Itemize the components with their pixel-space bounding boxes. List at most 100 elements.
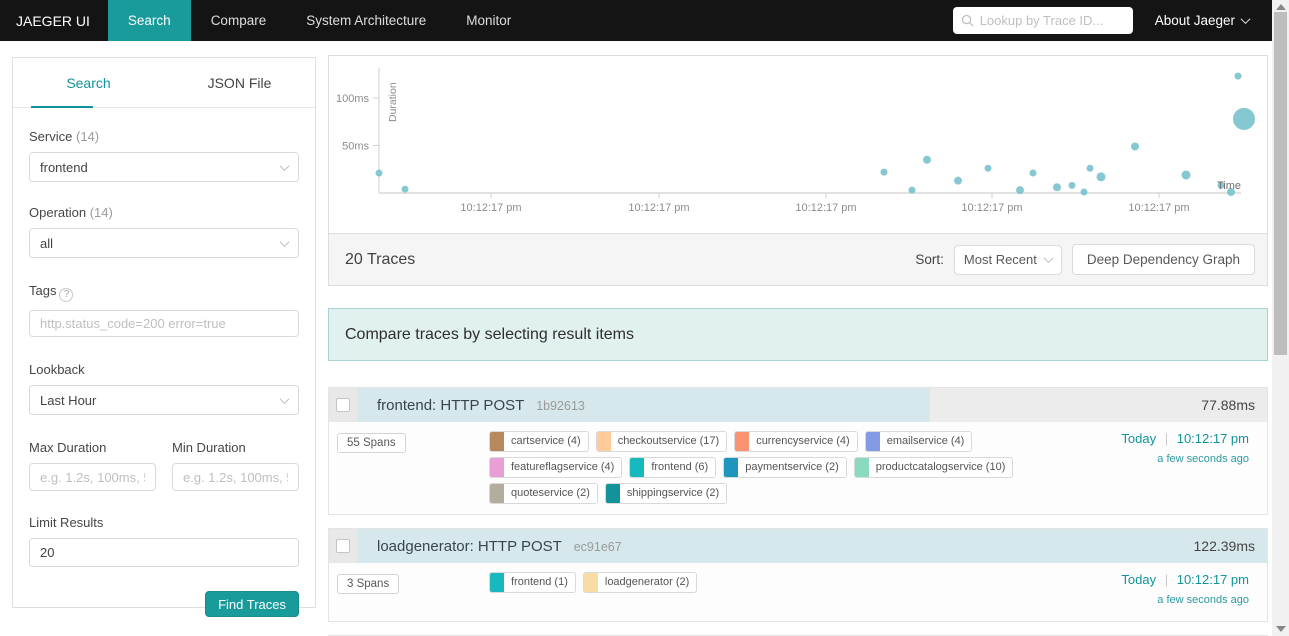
service-chip-productcatalogservice: productcatalogservice (10) [853, 457, 1014, 478]
nav-item-monitor[interactable]: Monitor [446, 0, 531, 41]
trace-point[interactable] [1086, 164, 1094, 172]
trace-date-day[interactable]: Today [1121, 572, 1156, 587]
sort-select[interactable]: Most Recent [953, 244, 1062, 275]
date-separator: | [1164, 572, 1169, 587]
tags-field-wrap [29, 310, 299, 337]
trace-point[interactable] [1016, 186, 1024, 195]
x-tick-label: 10:12:17 pm [961, 202, 1022, 214]
chevron-down-icon [279, 236, 290, 247]
service-color-swatch [490, 484, 504, 503]
limit-results-label: Limit Results [29, 515, 104, 530]
trace-lookup-input[interactable] [979, 13, 1125, 28]
nav-item-compare[interactable]: Compare [191, 0, 287, 41]
traces-count: 20 Traces [345, 250, 416, 268]
service-color-swatch [596, 432, 611, 451]
trace-date-time[interactable]: 10:12:17 pm [1177, 572, 1249, 587]
service-value: frontend [40, 159, 88, 175]
app-brand: JAEGER UI [16, 12, 90, 29]
nav-item-system-architecture[interactable]: System Architecture [286, 0, 446, 41]
trace-header[interactable]: frontend: HTTP POST 1b92613 77.88ms [329, 388, 1267, 422]
limit-results-input[interactable] [40, 545, 288, 560]
service-chip-loadgenerator: loadgenerator (2) [582, 572, 698, 593]
trace-checkbox-cell [329, 388, 357, 422]
help-icon[interactable]: ? [59, 288, 74, 302]
service-chip-label: currencyservice (4) [756, 435, 850, 447]
trace-header[interactable]: loadgenerator: HTTP POST ec91e67 122.39m… [329, 529, 1267, 563]
trace-date-time[interactable]: 10:12:17 pm [1177, 431, 1249, 446]
tags-input[interactable] [40, 316, 288, 331]
trace-point[interactable] [1053, 183, 1061, 192]
trace-id: 1b92613 [536, 398, 585, 413]
trace-lookup-box[interactable] [952, 7, 1133, 34]
tab-search[interactable]: Search [13, 58, 164, 107]
service-chip-currencyservice: currencyservice (4) [734, 431, 858, 452]
min-duration-wrap [172, 463, 299, 491]
service-color-swatch [724, 458, 739, 477]
trace-point[interactable] [1080, 188, 1088, 196]
find-traces-button[interactable]: Find Traces [205, 591, 299, 617]
trace-point[interactable] [401, 185, 409, 193]
x-tick-label: 10:12:17 pm [795, 202, 856, 214]
min-duration-label: Min Duration [172, 440, 246, 455]
service-chip-label: quoteservice (2) [511, 487, 590, 499]
chevron-down-icon [1240, 14, 1251, 25]
max-duration-label: Max Duration [29, 440, 107, 455]
trace-checkbox[interactable] [336, 539, 350, 553]
trace-point[interactable] [984, 164, 992, 172]
trace-point[interactable] [1096, 172, 1106, 182]
service-label: Service (14) [29, 129, 100, 144]
trace-age: a few seconds ago [1157, 453, 1249, 465]
scroll-down-arrow-icon[interactable] [1276, 626, 1286, 632]
service-color-swatch [490, 573, 504, 592]
scroll-up-arrow-icon[interactable] [1276, 4, 1286, 10]
trace-point[interactable] [880, 168, 888, 176]
trace-point[interactable] [375, 169, 383, 177]
service-chip-checkoutservice: checkoutservice (17) [595, 431, 728, 452]
operation-select[interactable]: all [29, 228, 299, 258]
compare-banner: Compare traces by selecting result items [328, 308, 1268, 361]
trace-checkbox[interactable] [336, 398, 350, 412]
nav-item-search[interactable]: Search [107, 0, 191, 41]
page-scrollbar[interactable] [1272, 0, 1289, 636]
trace-title: loadgenerator: HTTP POST ec91e67 [377, 538, 622, 555]
service-chip-label: emailservice (4) [886, 435, 965, 447]
limit-results-wrap [29, 538, 299, 567]
trace-date-day[interactable]: Today [1121, 431, 1156, 446]
service-chip-label: productcatalogservice (10) [875, 461, 1006, 473]
trace-point[interactable] [1131, 142, 1139, 151]
trace-date: Today | 10:12:17 pm a few seconds ago [1061, 572, 1257, 611]
trace-point[interactable] [1233, 107, 1255, 130]
service-chips: frontend (1) loadgenerator (2) [489, 572, 1061, 611]
trace-point[interactable] [1181, 170, 1191, 180]
service-color-swatch [490, 432, 504, 451]
service-chip-label: cartservice (4) [511, 435, 581, 447]
lookback-value: Last Hour [40, 392, 97, 408]
trace-title-text: frontend: HTTP POST [377, 396, 525, 414]
nav-menu: Search Compare System Architecture Monitor [107, 0, 531, 41]
scrollbar-thumb[interactable] [1274, 12, 1287, 355]
trace-result-item[interactable]: frontend: HTTP POST 1b92613 77.88ms 55 S… [328, 387, 1268, 515]
y-tick-label: 100ms [336, 93, 370, 105]
trace-result-item[interactable]: loadgenerator: HTTP POST ec91e67 122.39m… [328, 528, 1268, 622]
trace-body: 3 Spans frontend (1) loadgenerator (2) To… [329, 563, 1267, 621]
trace-point[interactable] [1234, 72, 1242, 80]
trace-point[interactable] [1068, 181, 1076, 189]
about-jaeger-menu[interactable]: About Jaeger [1155, 13, 1251, 28]
trace-point[interactable] [908, 186, 916, 194]
active-tab-indicator [31, 106, 93, 108]
tab-json-file[interactable]: JSON File [164, 58, 315, 107]
trace-duration: 77.88ms [1201, 397, 1255, 413]
trace-point[interactable] [1029, 169, 1037, 177]
service-select[interactable]: frontend [29, 152, 299, 182]
trace-point[interactable] [923, 155, 931, 164]
deep-dependency-graph-button[interactable]: Deep Dependency Graph [1071, 244, 1255, 275]
scatter-plot-svg[interactable]: 100ms 50ms 10:12:17 pm 10:12:17 pm 10:12:17… [329, 56, 1267, 232]
lookback-select[interactable]: Last Hour [29, 385, 299, 415]
lookback-label: Lookback [29, 362, 85, 377]
trace-point[interactable] [954, 176, 962, 185]
chevron-down-icon [1043, 253, 1054, 264]
x-tick-label: 10:12:17 pm [1128, 202, 1189, 214]
max-duration-input[interactable] [40, 469, 145, 485]
min-duration-input[interactable] [183, 469, 288, 485]
main-content: 100ms 50ms 10:12:17 pm 10:12:17 pm 10:12:17… [328, 55, 1268, 636]
